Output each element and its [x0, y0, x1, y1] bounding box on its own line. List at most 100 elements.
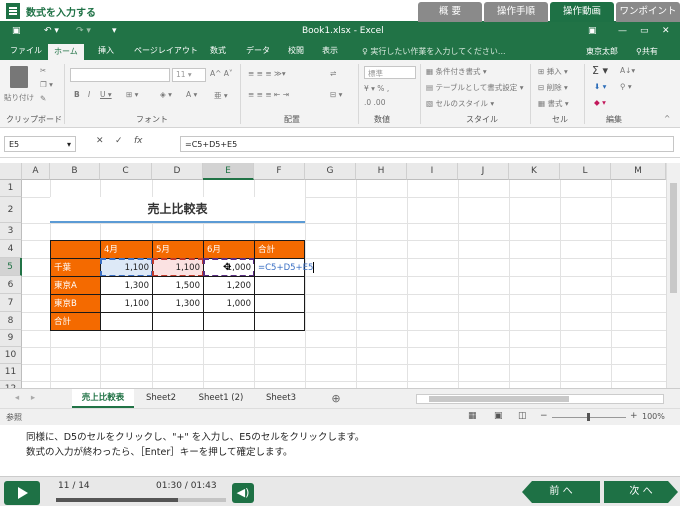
align-top-icon[interactable]: ≡ ≡ ≡ ≫▾ — [248, 69, 286, 78]
tab-overview[interactable]: 概 要 — [418, 2, 482, 22]
tab-onepoint[interactable]: ワンポイント — [616, 2, 680, 22]
row-label-chiba[interactable]: 千葉 — [50, 258, 101, 277]
tab-file[interactable]: ファイル — [10, 45, 42, 56]
enter-icon[interactable]: ✓ — [115, 136, 123, 146]
cell-c7[interactable]: 1,100 — [100, 294, 153, 313]
prev-button[interactable]: 前 へ — [522, 481, 600, 503]
row-header-2[interactable]: 2 — [0, 197, 22, 223]
minimize-icon[interactable]: — — [618, 26, 627, 36]
column-header-i[interactable]: I — [407, 163, 458, 180]
cut-icon[interactable]: ✂ — [40, 66, 46, 75]
header-corner-cell[interactable] — [50, 240, 101, 259]
phonetic-icon[interactable]: 亜 ▾ — [214, 90, 228, 101]
cell-d6[interactable]: 1,500 — [152, 276, 204, 295]
font-name-select[interactable] — [70, 68, 170, 82]
undo-icon[interactable]: ↶ ▾ — [44, 26, 59, 36]
currency-icon[interactable]: ¥ ▾ % , — [364, 84, 389, 93]
zoom-level[interactable]: 100% — [642, 412, 665, 421]
row-label-tokyo-a[interactable]: 東京A — [50, 276, 101, 295]
close-icon[interactable]: ✕ — [662, 26, 670, 36]
column-header-b[interactable]: B — [50, 163, 100, 180]
cell-c6[interactable]: 1,300 — [100, 276, 153, 295]
row-header-1[interactable]: 1 — [0, 180, 22, 197]
bold-icon[interactable]: B — [74, 90, 80, 99]
tab-page-layout[interactable]: ページレイアウト — [134, 45, 198, 56]
row-label-total[interactable]: 合計 — [50, 312, 101, 331]
underline-icon[interactable]: U ▾ — [100, 90, 112, 99]
font-color-icon[interactable]: A ▾ — [186, 90, 197, 99]
prev-sheet-icon[interactable]: ◂ — [10, 389, 24, 408]
tab-video[interactable]: 操作動画 — [550, 2, 614, 22]
wrap-text-icon[interactable]: ⇌ — [330, 69, 336, 78]
font-grow-icon[interactable]: A^ A˅ — [210, 69, 233, 78]
fill-color-icon[interactable]: ◈ ▾ — [160, 90, 172, 99]
zoom-slider-handle[interactable] — [587, 413, 590, 421]
worksheet-grid[interactable]: A B C D E F G H I J K L M 1 2 3 4 5 6 7 … — [0, 163, 666, 388]
cell-e7[interactable]: 1,000 — [203, 294, 255, 313]
row-header-5[interactable]: 5 — [0, 258, 22, 276]
cell-f8[interactable] — [254, 312, 305, 331]
cell-c8[interactable] — [100, 312, 153, 331]
column-header-f[interactable]: F — [254, 163, 305, 180]
tab-formulas[interactable]: 数式 — [210, 45, 226, 56]
find-select-icon[interactable]: ⚲ ▾ — [620, 82, 632, 91]
zoom-out-icon[interactable]: − — [540, 411, 548, 421]
sort-filter-icon[interactable]: A↓▾ — [620, 66, 635, 75]
customize-qat-icon[interactable]: ▾ — [112, 26, 117, 36]
row-header-12[interactable]: 12 — [0, 381, 22, 388]
maximize-icon[interactable]: ▭ — [640, 26, 649, 36]
sheet-tab-2[interactable]: Sheet2 — [136, 389, 186, 408]
cancel-icon[interactable]: ✕ — [96, 136, 104, 146]
formula-input[interactable]: =C5+D5+E5 — [180, 136, 674, 152]
share-button[interactable]: ⚲共有 — [636, 46, 658, 57]
tab-home[interactable]: ホーム — [48, 44, 84, 60]
column-header-g[interactable]: G — [305, 163, 356, 180]
row-label-tokyo-b[interactable]: 東京B — [50, 294, 101, 313]
row-header-10[interactable]: 10 — [0, 347, 22, 364]
volume-button[interactable]: ◀) — [232, 483, 254, 503]
select-all-corner[interactable] — [0, 163, 22, 180]
tab-view[interactable]: 表示 — [322, 45, 338, 56]
tell-me-box[interactable]: ♀ 実行したい作業を入力してください... — [362, 46, 506, 57]
row-header-9[interactable]: 9 — [0, 330, 22, 347]
italic-icon[interactable]: I — [88, 90, 90, 99]
page-layout-view-icon[interactable]: ▣ — [494, 411, 503, 421]
add-sheet-icon[interactable]: ⊕ — [328, 389, 344, 408]
format-painter-icon[interactable]: ✎ — [40, 94, 46, 103]
cell-f5-editing[interactable]: =C5+D5+E5 — [254, 258, 315, 277]
cell-e8[interactable] — [203, 312, 255, 331]
normal-view-icon[interactable]: ▦ — [468, 411, 477, 421]
paste-icon[interactable] — [10, 66, 28, 88]
tab-review[interactable]: 校閲 — [288, 45, 304, 56]
progress-bar[interactable] — [56, 498, 226, 502]
column-header-d[interactable]: D — [152, 163, 203, 180]
number-format-select[interactable]: 標準 — [364, 66, 416, 79]
header-cell-june[interactable]: 6月 — [203, 240, 255, 259]
user-name[interactable]: 東京太郎 — [586, 46, 618, 57]
column-header-m[interactable]: M — [611, 163, 666, 180]
play-button[interactable] — [4, 481, 40, 505]
column-header-a[interactable]: A — [22, 163, 50, 180]
column-header-k[interactable]: K — [509, 163, 560, 180]
delete-cells-button[interactable]: ⊟ 削除 ▾ — [538, 82, 568, 93]
row-header-6[interactable]: 6 — [0, 276, 22, 294]
ribbon-display-icon[interactable]: ▣ — [588, 26, 597, 36]
zoom-in-icon[interactable]: + — [630, 411, 638, 421]
column-header-j[interactable]: J — [458, 163, 509, 180]
sheet-tab-4[interactable]: Sheet3 — [256, 389, 306, 408]
scroll-thumb[interactable] — [670, 183, 677, 293]
header-cell-may[interactable]: 5月 — [152, 240, 204, 259]
redo-icon[interactable]: ↷ ▾ — [76, 26, 91, 36]
cell-c5[interactable]: 1,100 — [100, 258, 153, 277]
name-box[interactable]: E5 ▾ — [4, 136, 76, 152]
insert-function-icon[interactable]: fx — [134, 136, 143, 146]
format-cells-button[interactable]: ▦ 書式 ▾ — [538, 98, 569, 109]
cell-f6[interactable] — [254, 276, 305, 295]
next-sheet-icon[interactable]: ▸ — [26, 389, 40, 408]
align-left-icon[interactable]: ≡ ≡ ≡ ⇤ ⇥ — [248, 90, 289, 99]
font-size-select[interactable]: 11 ▾ — [172, 68, 206, 82]
cell-d8[interactable] — [152, 312, 204, 331]
cell-d5[interactable]: 1,100 — [152, 258, 204, 277]
tab-insert[interactable]: 挿入 — [98, 45, 114, 56]
page-break-view-icon[interactable]: ◫ — [518, 411, 527, 421]
